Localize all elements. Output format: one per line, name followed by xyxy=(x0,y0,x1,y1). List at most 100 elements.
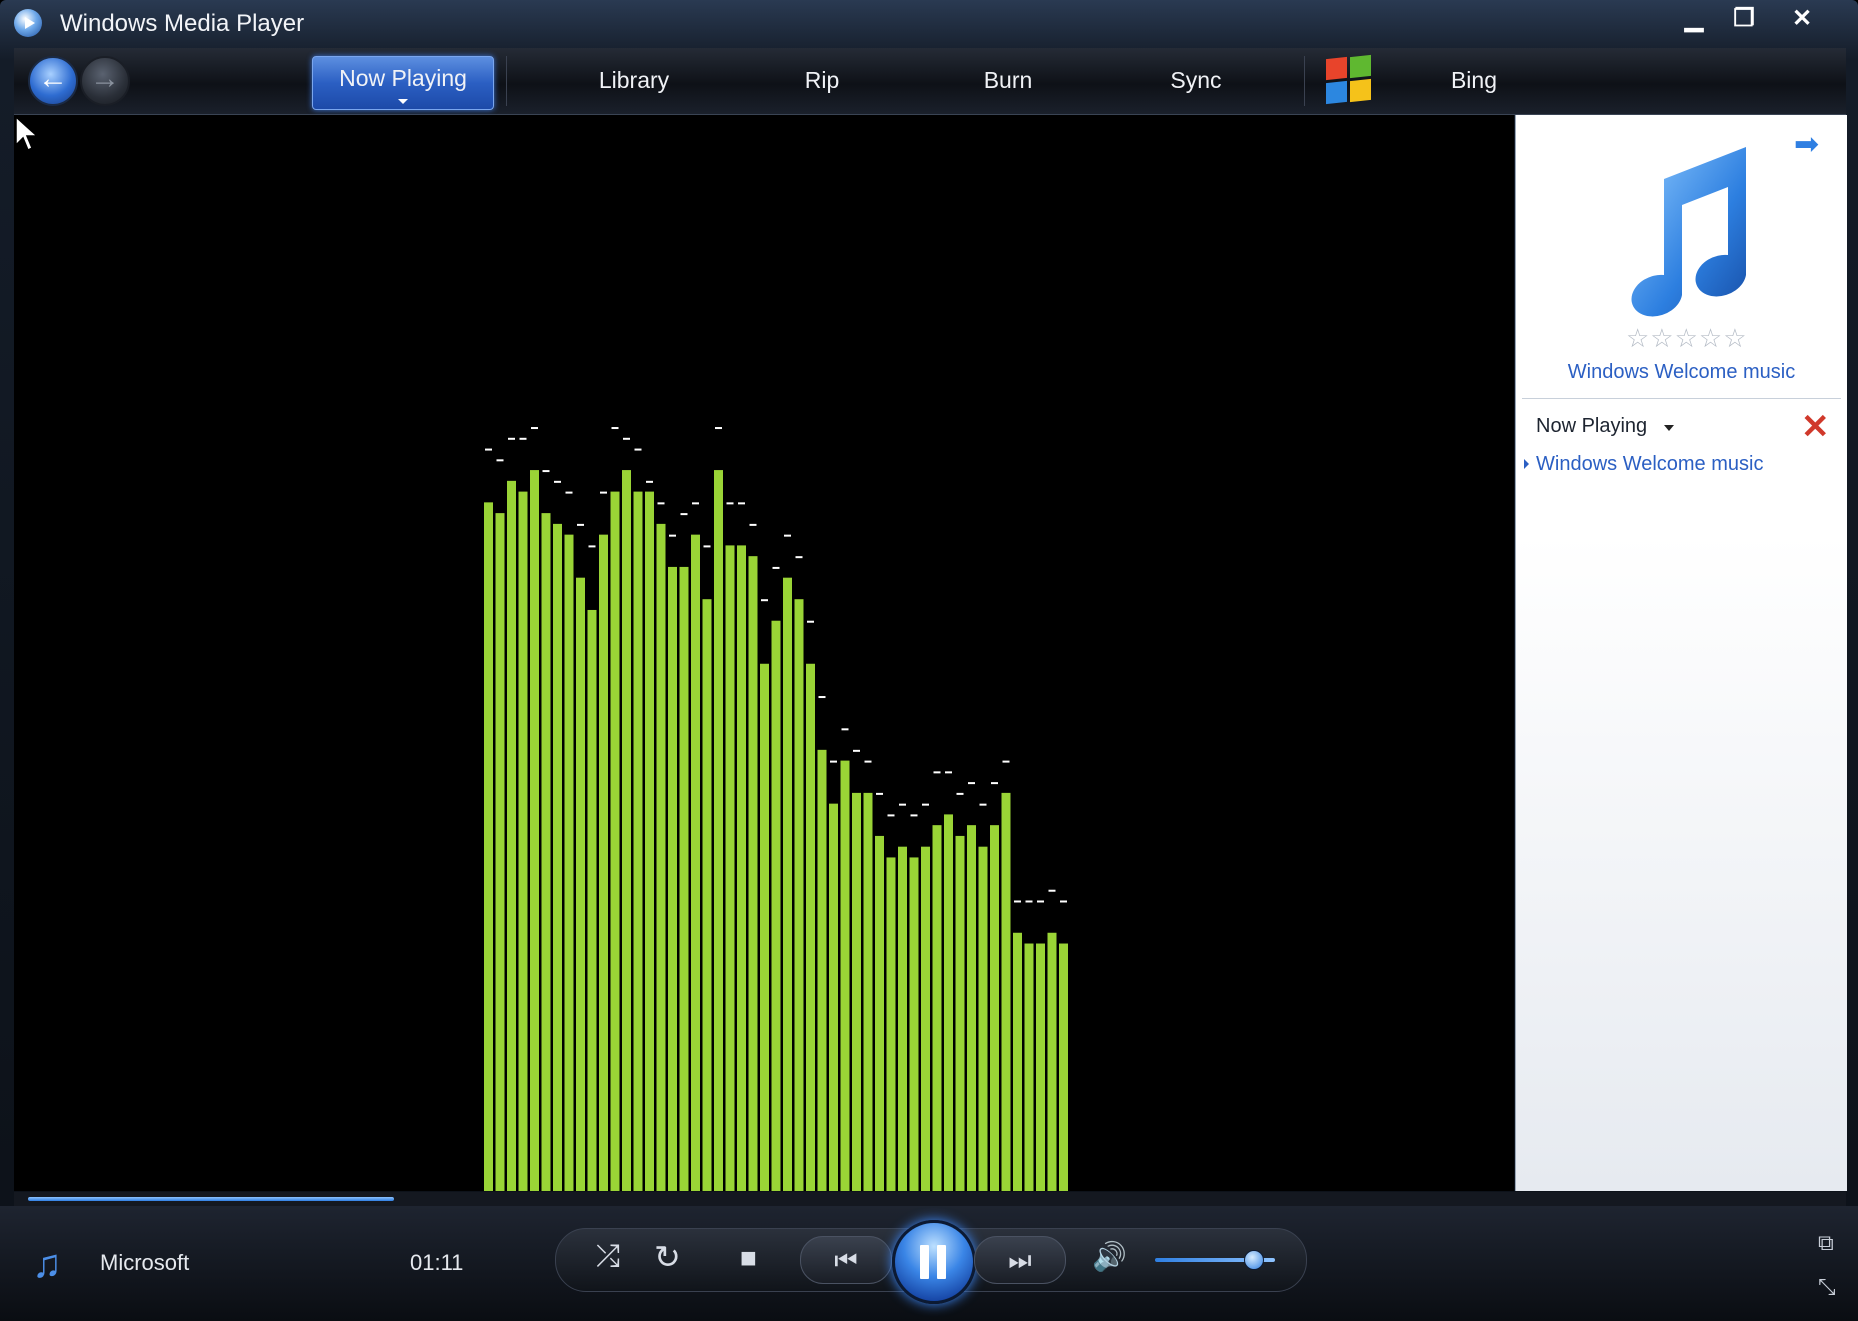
visualizer-bar xyxy=(610,491,620,1191)
visualizer-peak xyxy=(600,491,607,494)
bar-visualization xyxy=(484,427,1068,1191)
back-button[interactable]: ← xyxy=(28,56,78,106)
visualizer-bar xyxy=(1013,932,1022,1191)
visualizer-bar xyxy=(1047,932,1057,1191)
visualizer-peak xyxy=(807,620,814,623)
nav-separator xyxy=(506,56,507,106)
visualizer-bar xyxy=(725,545,735,1191)
visualizer-bar xyxy=(794,599,804,1191)
visualizer-peak xyxy=(899,803,906,806)
visualizer-bar xyxy=(507,480,516,1191)
tab-rip[interactable]: Rip xyxy=(742,60,902,100)
pause-button[interactable] xyxy=(892,1220,976,1304)
arrow-right-icon[interactable]: ➡ xyxy=(1794,127,1819,162)
visualizer-bar xyxy=(967,825,976,1191)
visualizer-bar xyxy=(714,470,723,1191)
tab-sync[interactable]: Sync xyxy=(1116,60,1276,100)
chevron-down-icon[interactable] xyxy=(1664,425,1674,431)
playlist-item[interactable]: Windows Welcome music xyxy=(1536,453,1763,476)
visualizer-bar xyxy=(771,620,781,1191)
visualizer-bar xyxy=(852,792,861,1191)
visualizer-peak xyxy=(703,545,711,548)
forward-button[interactable]: → xyxy=(80,56,130,106)
media-player-app-icon xyxy=(14,9,42,37)
visualizer-bar xyxy=(576,577,585,1191)
visualizer-peak xyxy=(749,523,757,526)
tab-bing[interactable]: Bing xyxy=(1394,60,1554,100)
visualizer-peak xyxy=(646,480,653,483)
visualizer-peak xyxy=(715,427,722,430)
visualizer-peak xyxy=(956,792,964,795)
visualizer-peak xyxy=(485,448,492,451)
visualizer-bar xyxy=(484,502,493,1191)
clear-list-icon[interactable]: ✕ xyxy=(1801,407,1830,447)
visualizer-peak xyxy=(979,803,987,806)
visualizer-bar xyxy=(645,491,654,1191)
visualizer-peak xyxy=(841,728,849,731)
back-arrow-icon: ← xyxy=(38,62,68,95)
visualizer-bar xyxy=(1024,943,1034,1191)
visualizer-peak xyxy=(623,437,630,440)
close-button[interactable]: ✕ xyxy=(1776,2,1828,36)
rating-stars[interactable]: ☆☆☆☆☆ xyxy=(1626,323,1748,354)
minimize-button[interactable]: ▁ xyxy=(1668,2,1720,36)
window-title: Windows Media Player xyxy=(60,10,305,37)
visualizer-bar xyxy=(656,523,666,1191)
seek-bar[interactable] xyxy=(14,1192,1846,1206)
visualizer-peak xyxy=(968,782,975,785)
visualizer-bar xyxy=(599,534,608,1191)
visualizer-peak xyxy=(1060,900,1067,903)
visualizer-bar xyxy=(840,760,850,1191)
switch-to-compact-icon[interactable]: ⤡ xyxy=(1818,1274,1836,1300)
visualizer-peak xyxy=(508,437,515,440)
maximize-button[interactable]: ❐ xyxy=(1718,2,1770,36)
visualizer-bar xyxy=(921,846,930,1191)
popout-icon[interactable]: ⧉ xyxy=(1818,1230,1834,1256)
windows-logo-icon[interactable] xyxy=(1324,54,1374,105)
repeat-button[interactable]: ↻ xyxy=(654,1238,681,1276)
next-button[interactable]: ⏭ xyxy=(974,1236,1066,1284)
visualization-area[interactable] xyxy=(14,115,1514,1191)
visualizer-bar xyxy=(978,846,988,1191)
visualizer-bar xyxy=(817,749,827,1191)
visualizer-peak xyxy=(531,427,538,430)
visualizer-peak xyxy=(795,556,803,559)
visualizer-peak xyxy=(922,803,929,806)
visualizer-bar xyxy=(944,814,953,1191)
visualizer-bar xyxy=(909,857,919,1191)
now-playing-list-label[interactable]: Now Playing xyxy=(1536,415,1647,438)
visualizer-bar xyxy=(783,577,792,1191)
mouse-cursor-icon xyxy=(15,115,39,152)
visualizer-bar xyxy=(691,534,700,1191)
tab-library[interactable]: Library xyxy=(554,60,714,100)
panel-divider xyxy=(1522,398,1841,399)
visualizer-peak xyxy=(496,459,504,462)
stop-button[interactable]: ■ xyxy=(740,1242,757,1274)
visualizer-peak xyxy=(565,491,573,494)
visualizer-peak xyxy=(772,566,780,569)
shuffle-button[interactable]: ⤮ xyxy=(596,1240,620,1274)
play-indicator-icon xyxy=(1524,459,1529,469)
seek-progress xyxy=(28,1197,394,1201)
visualizer-bar xyxy=(932,825,942,1191)
visualizer-peak xyxy=(692,502,699,505)
visualizer-peak xyxy=(853,749,860,752)
visualizer-bar xyxy=(518,491,528,1191)
list-pane: ➡ ☆☆☆☆☆ Windows Welcome music Now Playin… xyxy=(1515,115,1847,1191)
visualizer-peak xyxy=(876,792,883,795)
mute-button[interactable]: 🔊 xyxy=(1092,1240,1127,1273)
visualizer-bar xyxy=(541,513,551,1191)
tab-now-playing[interactable]: Now Playing xyxy=(312,56,494,110)
previous-button[interactable]: ⏮ xyxy=(800,1236,892,1284)
visualizer-bar xyxy=(863,792,873,1191)
playback-controls-bar: ♫ Microsoft 01:11 ⤮ ↻ ■ ⏮ ⏭ 🔊 ⧉ ⤡ xyxy=(0,1206,1858,1321)
visualizer-peak xyxy=(577,523,584,526)
visualizer-peak xyxy=(680,513,688,516)
album-title-link[interactable]: Windows Welcome music xyxy=(1516,361,1847,384)
nav-separator xyxy=(1304,56,1305,106)
visualizer-peak xyxy=(1014,900,1021,903)
visualizer-bar xyxy=(1001,792,1011,1191)
elapsed-time: 01:11 xyxy=(410,1250,464,1275)
tab-burn[interactable]: Burn xyxy=(928,60,1088,100)
visualizer-bar xyxy=(760,663,769,1191)
